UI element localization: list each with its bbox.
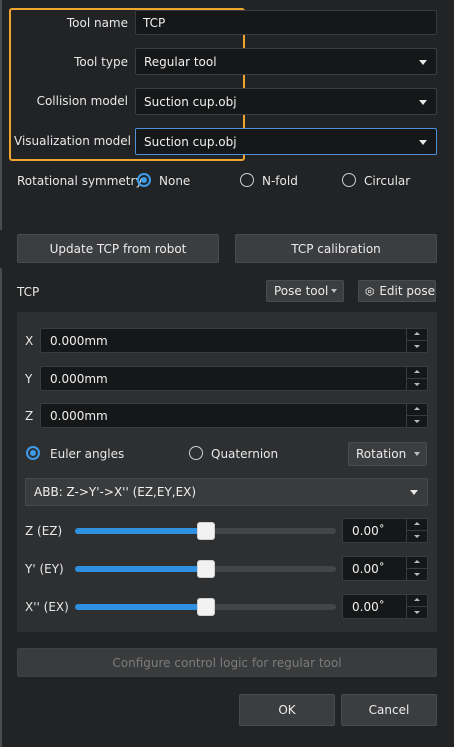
chevron-down-icon (419, 139, 427, 145)
angle-ex-decrement[interactable] (407, 607, 427, 619)
z-decrement[interactable] (407, 416, 427, 428)
angle-ey-label: Y' (EY) (25, 562, 64, 576)
rotation-label: Rotation (356, 447, 407, 461)
tool-type-label: Tool type (74, 55, 128, 69)
edit-pose-button[interactable]: Edit pose (358, 280, 436, 302)
angle-ey-decrement[interactable] (407, 569, 427, 581)
collision-model-label: Collision model (36, 94, 128, 108)
tcp-calibration-button[interactable]: TCP calibration (235, 234, 437, 263)
angle-ex-increment[interactable] (407, 595, 427, 607)
z-spinbox[interactable]: 0.000mm (40, 403, 428, 428)
symmetry-circular-label[interactable]: Circular (364, 174, 410, 188)
y-decrement[interactable] (407, 379, 427, 391)
x-increment[interactable] (407, 329, 427, 341)
visualization-model-label: Visualization model (14, 134, 131, 148)
tool-name-label: Tool name (66, 16, 128, 30)
y-label: Y (25, 372, 33, 386)
hexagon-icon (365, 286, 374, 296)
angle-ex-slider[interactable] (75, 598, 336, 616)
euler-angles-radio[interactable] (26, 446, 40, 460)
angle-ez-label: Z (EZ) (25, 524, 63, 538)
angle-ey-slider[interactable] (75, 560, 336, 578)
symmetry-none-label[interactable]: None (159, 174, 190, 188)
quaternion-label[interactable]: Quaternion (211, 447, 278, 461)
cancel-button[interactable]: Cancel (341, 694, 437, 726)
y-spinbox[interactable]: 0.000mm (40, 366, 428, 391)
x-spinbox[interactable]: 0.000mm (40, 328, 428, 353)
euler-angles-label[interactable]: Euler angles (50, 447, 124, 461)
angle-ez-increment[interactable] (407, 519, 427, 531)
x-label: X (25, 334, 34, 348)
y-input[interactable]: 0.000mm (40, 366, 428, 391)
slider-handle[interactable] (196, 598, 215, 616)
symmetry-nfold-radio[interactable] (240, 173, 254, 187)
symmetry-nfold-label[interactable]: N-fold (262, 174, 298, 188)
configure-control-logic-button: Configure control logic for regular tool (17, 648, 437, 677)
chevron-down-icon (419, 59, 427, 65)
chevron-down-icon (331, 289, 337, 293)
rotation-select[interactable]: Rotation (348, 442, 427, 466)
angle-ey-spinbox[interactable]: 0.00˚ (342, 556, 428, 581)
chevron-down-icon (410, 490, 418, 495)
x-input[interactable]: 0.000mm (40, 328, 428, 353)
slider-fill (75, 528, 206, 534)
symmetry-circular-radio[interactable] (342, 173, 356, 187)
tool-type-select[interactable]: Regular tool (135, 48, 437, 75)
tool-name-input[interactable]: TCP (135, 10, 437, 35)
angle-ex-spinbox[interactable]: 0.00˚ (342, 594, 428, 619)
angle-ez-slider[interactable] (75, 522, 336, 540)
visualization-model-select[interactable]: Suction cup.obj (135, 128, 437, 155)
angle-ez-decrement[interactable] (407, 531, 427, 543)
angle-ey-increment[interactable] (407, 557, 427, 569)
z-label: Z (25, 409, 34, 423)
euler-convention-value: ABB: Z->Y'->X'' (EZ,EY,EX) (34, 485, 197, 499)
tcp-label: TCP (17, 285, 40, 299)
visualization-model-value: Suction cup.obj (144, 134, 237, 149)
x-decrement[interactable] (407, 341, 427, 353)
angle-ez-spinbox[interactable]: 0.00˚ (342, 518, 428, 543)
slider-handle[interactable] (196, 522, 215, 540)
quaternion-radio[interactable] (189, 446, 203, 460)
slider-fill (75, 604, 206, 610)
slider-handle[interactable] (196, 560, 215, 578)
pose-tool-label: Pose tool (274, 284, 329, 298)
angle-ex-label: X'' (EX) (25, 600, 69, 614)
edit-pose-label: Edit pose (379, 284, 435, 298)
chevron-down-icon (414, 452, 420, 456)
window-edge (0, 268, 2, 747)
rotational-symmetry-label: Rotational symmetry (17, 174, 143, 188)
y-increment[interactable] (407, 367, 427, 379)
symmetry-none-radio[interactable] (137, 173, 151, 187)
z-increment[interactable] (407, 404, 427, 416)
tool-type-value: Regular tool (144, 54, 217, 69)
slider-fill (75, 566, 206, 572)
collision-model-value: Suction cup.obj (144, 94, 237, 109)
euler-convention-select[interactable]: ABB: Z->Y'->X'' (EZ,EY,EX) (25, 478, 428, 506)
update-tcp-button[interactable]: Update TCP from robot (17, 234, 219, 263)
ok-button[interactable]: OK (239, 694, 335, 726)
chevron-down-icon (419, 99, 427, 105)
tcp-panel (17, 312, 437, 632)
z-input[interactable]: 0.000mm (40, 403, 428, 428)
collision-model-select[interactable]: Suction cup.obj (135, 88, 437, 115)
window-edge (0, 0, 2, 230)
pose-tool-select[interactable]: Pose tool (266, 280, 344, 302)
